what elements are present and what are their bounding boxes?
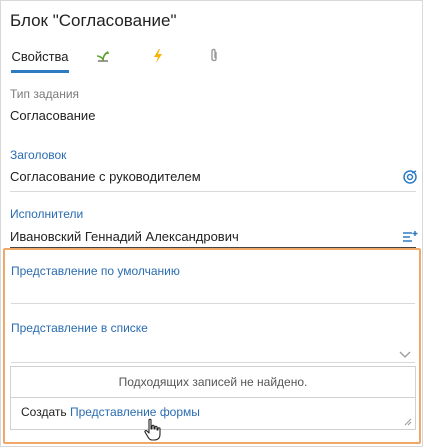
target-icon[interactable]: [402, 169, 418, 185]
list-view-label: Представление в списке: [11, 321, 148, 335]
default-view-underline: [11, 303, 415, 304]
plant-icon: [96, 51, 109, 62]
tab-business-process[interactable]: [89, 41, 117, 71]
create-form-view-link[interactable]: Представление формы: [70, 405, 200, 419]
create-text: Создать Представление формы: [21, 405, 200, 419]
tab-active-indicator: [11, 70, 69, 73]
heading-underline: [10, 191, 416, 192]
default-view-label: Представление по умолчанию: [11, 264, 180, 278]
task-type-value: Согласование: [10, 108, 96, 123]
performer-list-icon[interactable]: [402, 229, 418, 245]
list-view-dropdown: Подходящих записей не найдено. Создать П…: [10, 366, 416, 430]
tab-attachments[interactable]: [200, 41, 228, 71]
performers-input[interactable]: Ивановский Геннадий Александрович: [10, 229, 239, 244]
create-prefix: Создать: [21, 405, 67, 419]
tab-events[interactable]: [144, 41, 172, 71]
heading-input[interactable]: Согласование с руководителем: [10, 169, 201, 184]
paperclip-icon: [211, 48, 217, 62]
create-row: Создать Представление формы: [11, 397, 415, 429]
list-view-underline: [11, 362, 415, 363]
lightning-icon: [154, 49, 162, 63]
block-properties-panel: Блок "Согласование" Свойства Тип задания: [0, 0, 423, 447]
performers-label: Исполнители: [10, 207, 84, 221]
chevron-down-icon[interactable]: [397, 347, 413, 363]
tab-bar: Свойства: [1, 41, 424, 73]
task-type-label: Тип задания: [10, 87, 80, 101]
panel-title: Блок "Согласование": [10, 11, 177, 30]
heading-label: Заголовок: [10, 148, 67, 162]
tab-properties[interactable]: Свойства: [11, 41, 69, 71]
resize-grip-icon[interactable]: [404, 418, 412, 426]
no-records-message: Подходящих записей не найдено.: [118, 375, 308, 389]
hand-cursor-icon: [144, 418, 161, 441]
tab-properties-label: Свойства: [11, 48, 69, 64]
